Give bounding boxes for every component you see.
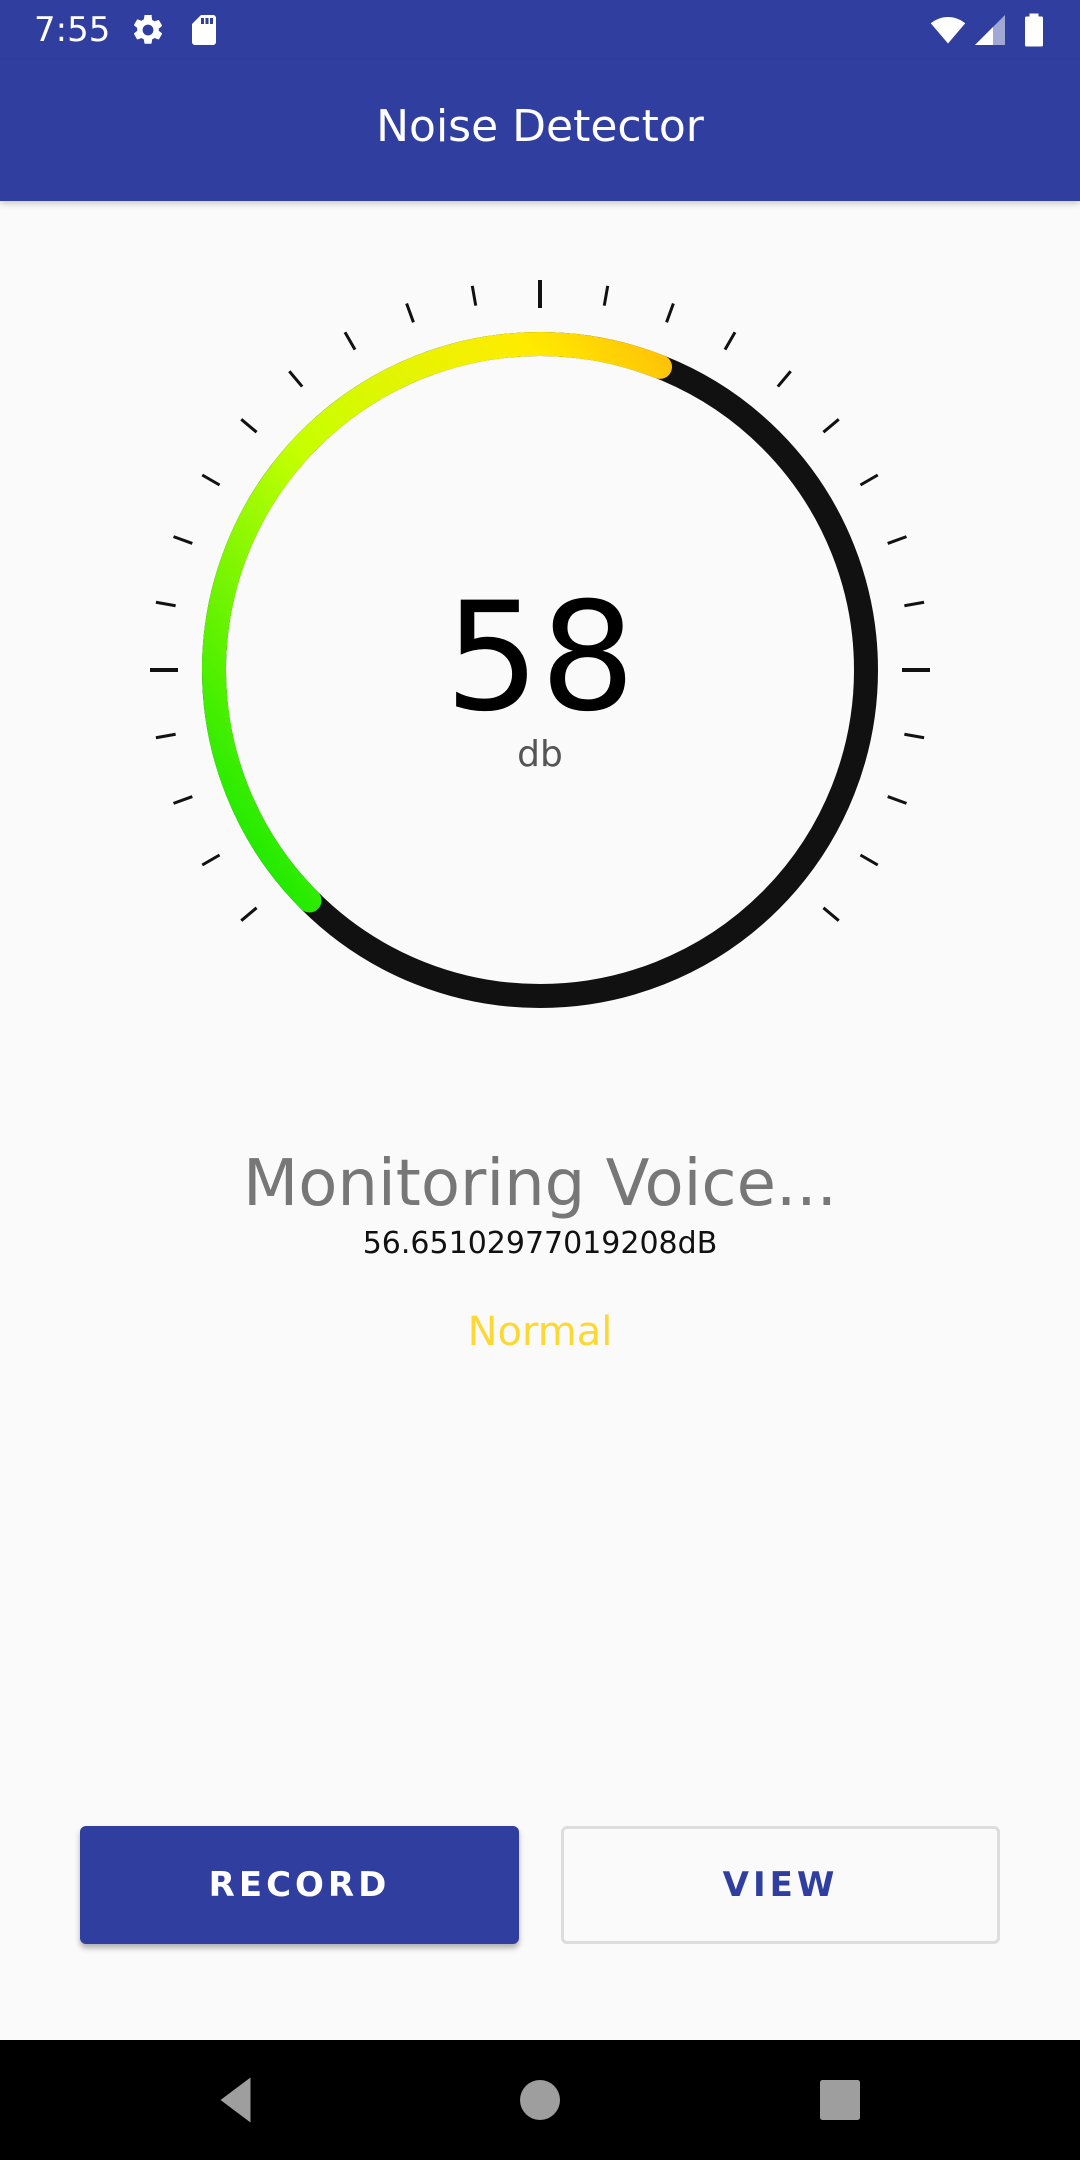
status-time: 7:55 xyxy=(34,10,111,50)
gauge-minor-tick xyxy=(405,303,415,323)
recents-icon[interactable] xyxy=(810,2070,870,2130)
screen: 7:55 Noise Detector 58 db Monitoring Voi… xyxy=(0,0,1080,2160)
sound-level-gauge: 58 db xyxy=(140,270,940,1070)
gauge-minor-tick xyxy=(602,285,610,306)
gauge-minor-tick xyxy=(343,331,357,351)
home-icon[interactable] xyxy=(510,2070,570,2130)
gauge-minor-tick xyxy=(859,473,879,487)
gauge-unit: db xyxy=(517,734,563,775)
navigation-bar xyxy=(0,2040,1080,2160)
gauge-minor-tick xyxy=(240,906,258,922)
gear-icon xyxy=(133,14,163,44)
app-bar: Noise Detector xyxy=(0,60,1080,201)
gauge-minor-tick xyxy=(822,418,840,434)
view-button[interactable]: VIEW xyxy=(561,1826,1000,1944)
monitoring-status-title: Monitoring Voice... xyxy=(243,1147,837,1221)
gauge-minor-tick xyxy=(470,285,478,306)
battery-icon xyxy=(1025,13,1043,47)
gauge-minor-tick xyxy=(776,370,792,388)
gauge-minor-tick xyxy=(822,906,840,922)
gauge-minor-tick xyxy=(173,535,193,545)
gauge-minor-tick xyxy=(288,370,304,388)
signal-icon xyxy=(975,15,1005,45)
status-bar: 7:55 xyxy=(0,0,1080,60)
app-title: Noise Detector xyxy=(376,101,704,152)
gauge-minor-tick xyxy=(887,795,907,805)
gauge-minor-tick xyxy=(723,331,737,351)
record-button[interactable]: RECORD xyxy=(80,1826,519,1944)
gauge-value: 58 xyxy=(444,571,636,745)
gauge-minor-tick xyxy=(201,853,221,867)
gauge-minor-tick xyxy=(201,473,221,487)
gauge-minor-tick xyxy=(665,303,675,323)
gauge-minor-tick xyxy=(887,535,907,545)
back-icon[interactable] xyxy=(208,2070,268,2130)
gauge-minor-tick xyxy=(173,795,193,805)
gauge-minor-tick xyxy=(859,853,879,867)
wifi-icon xyxy=(930,16,966,44)
sd-card-icon xyxy=(192,15,216,45)
gauge-minor-tick xyxy=(240,418,258,434)
noise-level-label: Normal xyxy=(467,1309,613,1355)
decibel-reading: 56.65102977019208dB xyxy=(362,1226,718,1261)
